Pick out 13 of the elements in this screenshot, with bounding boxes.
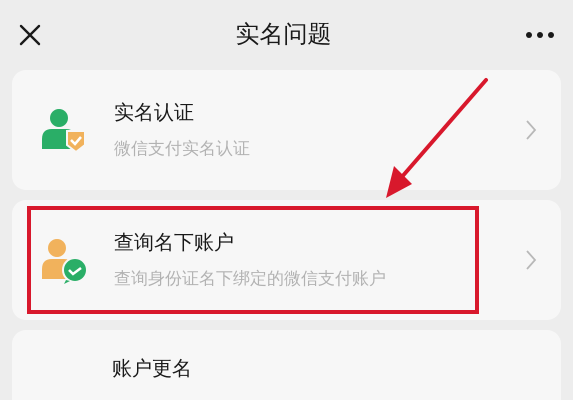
close-icon (18, 23, 42, 47)
item-title: 实名认证 (114, 101, 195, 126)
item-title: 查询名下账户 (114, 231, 235, 256)
menu-item[interactable]: 实名认证 微信支付实名认证 (12, 70, 561, 190)
menu-item[interactable]: 账户更名 (12, 330, 561, 400)
more-icon (525, 31, 555, 39)
item-subtitle: 查询身份证名下绑定的微信支付账户 (114, 268, 387, 290)
page-title: 实名问题 (236, 20, 332, 50)
item-subtitle: 微信支付实名认证 (114, 138, 251, 160)
chevron-right-icon (525, 119, 537, 141)
chevron-right-icon (525, 249, 537, 271)
item-title: 账户更名 (112, 357, 193, 382)
menu-item[interactable]: 查询名下账户 查询身份证名下绑定的微信支付账户 (12, 200, 561, 320)
